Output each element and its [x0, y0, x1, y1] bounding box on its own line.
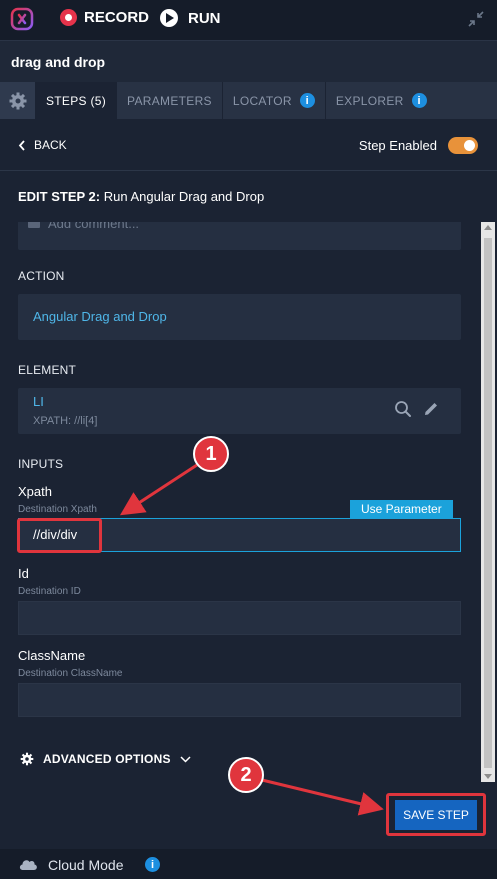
test-name-bar: drag and drop — [0, 40, 497, 82]
record-button[interactable]: RECORD — [60, 9, 149, 26]
annotation-badge-1: 1 — [193, 436, 229, 472]
comment-placeholder: Add comment... — [48, 222, 140, 231]
xpath-label: Xpath — [18, 484, 52, 499]
settings-tab[interactable] — [0, 82, 36, 119]
action-section-label: ACTION — [18, 269, 65, 283]
comment-field[interactable]: Add comment... — [18, 222, 461, 250]
gear-icon — [20, 752, 34, 766]
classname-label: ClassName — [18, 648, 86, 663]
destination-id-input[interactable] — [18, 601, 461, 635]
top-bar: RECORD RUN — [0, 0, 497, 40]
step-enabled-toggle[interactable] — [448, 137, 478, 154]
destination-classname-input[interactable] — [18, 683, 461, 717]
scroll-down-icon[interactable] — [484, 774, 492, 779]
tab-locator-label: LOCATOR — [232, 93, 292, 108]
comment-icon — [28, 222, 40, 228]
run-button[interactable]: RUN — [160, 9, 221, 27]
advanced-options-toggle[interactable]: ADVANCED OPTIONS — [20, 752, 191, 766]
classname-sublabel: Destination ClassName — [18, 668, 123, 679]
edit-step-title: EDIT STEP 2: Run Angular Drag and Drop — [18, 189, 264, 204]
element-name: LI — [33, 394, 44, 409]
annotation-badge-2: 2 — [228, 757, 264, 793]
edit-step-name: Run Angular Drag and Drop — [103, 189, 265, 204]
tab-explorer[interactable]: EXPLORER i — [326, 82, 437, 119]
action-selector[interactable]: Angular Drag and Drop — [18, 294, 461, 340]
tab-bar: STEPS (5) PARAMETERS LOCATOR i EXPLORER … — [0, 82, 497, 119]
tab-steps-label: STEPS (5) — [46, 93, 107, 108]
annotation-highlight-xpath — [17, 518, 102, 553]
run-label: RUN — [188, 9, 221, 27]
scrollbar-thumb[interactable] — [484, 238, 492, 768]
step-editor-panel: Add comment... ACTION Angular Drag and D… — [0, 222, 480, 782]
back-label: BACK — [34, 138, 67, 152]
search-icon[interactable] — [394, 400, 412, 418]
element-card[interactable]: LI XPATH: //li[4] — [18, 388, 461, 434]
edit-step-prefix: EDIT STEP 2: — [18, 189, 101, 204]
advanced-options-label: ADVANCED OPTIONS — [43, 752, 171, 766]
tab-explorer-label: EXPLORER — [335, 93, 404, 108]
info-icon[interactable]: i — [145, 857, 160, 872]
record-icon — [60, 9, 77, 26]
chevron-left-icon — [18, 139, 25, 151]
tab-parameters-label: PARAMETERS — [127, 93, 212, 108]
app-logo-icon — [10, 7, 34, 31]
scrollbar[interactable] — [481, 222, 495, 782]
footer-bar: Cloud Mode i — [0, 849, 497, 879]
id-label: Id — [18, 566, 29, 581]
cloud-mode-label: Cloud Mode — [48, 857, 124, 873]
action-value[interactable]: Angular Drag and Drop — [33, 309, 167, 324]
use-parameter-button[interactable]: Use Parameter — [350, 500, 453, 518]
test-name: drag and drop — [11, 54, 106, 70]
gear-icon — [9, 92, 26, 109]
step-enabled-label: Step Enabled — [358, 138, 437, 153]
xpath-sublabel: Destination Xpath — [18, 504, 97, 515]
record-label: RECORD — [84, 9, 150, 26]
tab-locator[interactable]: LOCATOR i — [223, 82, 326, 119]
tab-parameters[interactable]: PARAMETERS — [117, 82, 223, 119]
cloud-icon — [19, 860, 37, 870]
annotation-highlight-save — [386, 793, 486, 836]
scroll-up-icon[interactable] — [484, 225, 492, 230]
element-xpath: XPATH: //li[4] — [33, 415, 98, 427]
info-icon[interactable]: i — [411, 93, 427, 108]
collapse-icon[interactable] — [467, 10, 485, 28]
play-icon — [160, 9, 178, 27]
id-sublabel: Destination ID — [18, 586, 81, 597]
inputs-section-label: INPUTS — [18, 457, 64, 471]
tab-steps[interactable]: STEPS (5) — [36, 82, 118, 119]
back-button[interactable]: BACK — [18, 138, 67, 152]
divider — [0, 170, 497, 171]
pencil-icon[interactable] — [422, 400, 440, 418]
element-section-label: ELEMENT — [18, 363, 77, 377]
info-icon[interactable]: i — [299, 93, 315, 108]
chevron-down-icon — [180, 755, 191, 763]
